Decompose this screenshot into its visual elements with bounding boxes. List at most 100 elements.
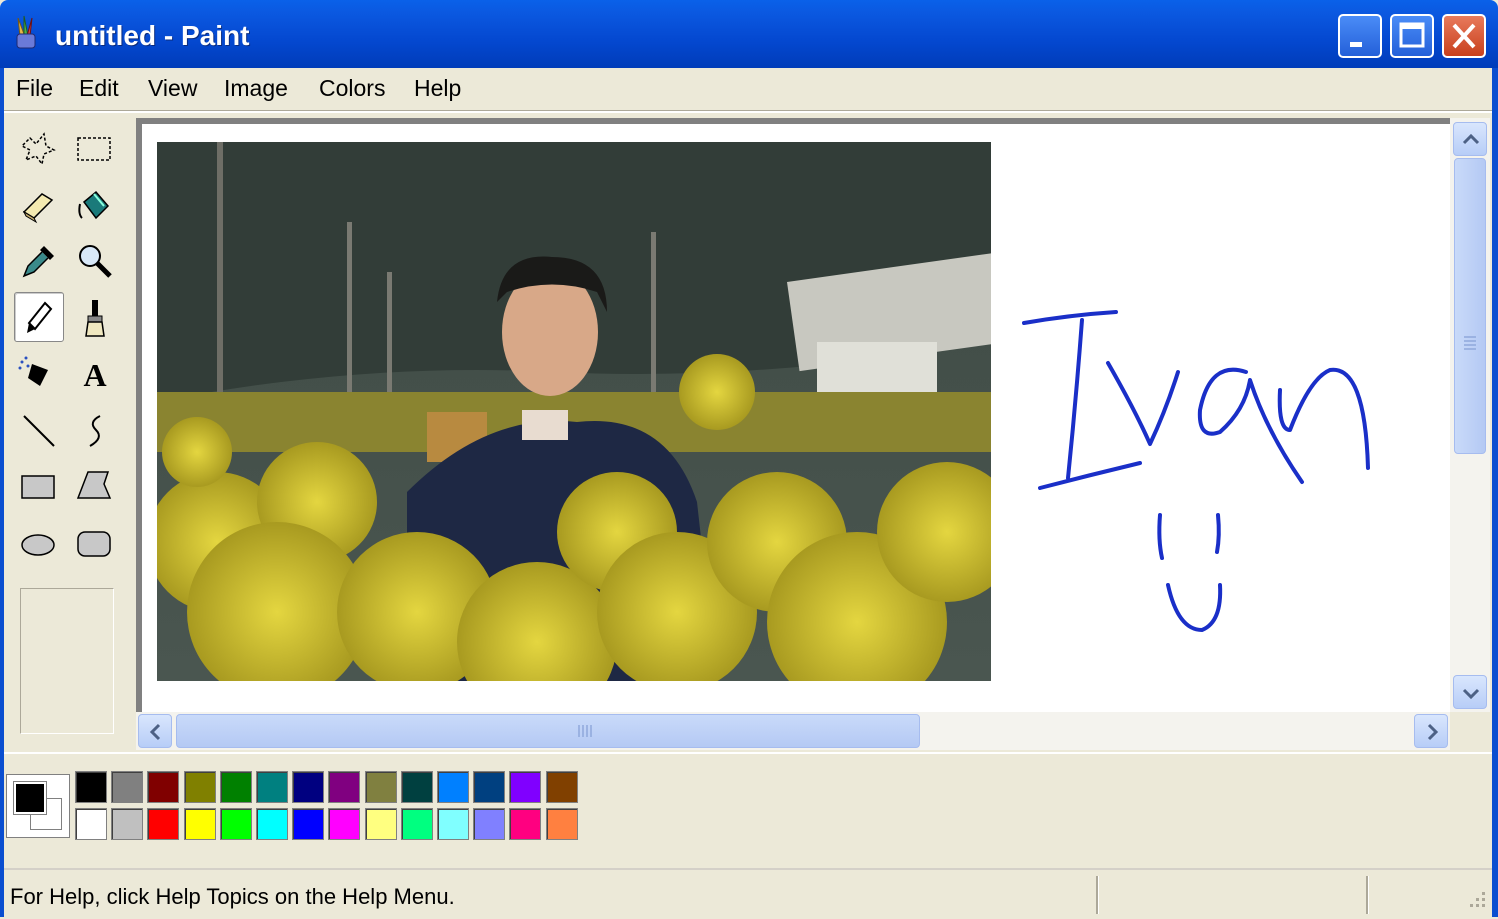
close-icon <box>1452 23 1476 49</box>
ellipse-icon <box>21 534 55 556</box>
palette-swatch[interactable] <box>147 771 180 803</box>
palette-swatch[interactable] <box>328 771 361 803</box>
palette-swatch[interactable] <box>292 808 325 840</box>
pencil-icon <box>27 301 53 333</box>
close-button[interactable] <box>1442 14 1486 58</box>
tool-polygon[interactable] <box>70 460 120 510</box>
menu-help[interactable]: Help <box>414 75 461 102</box>
scroll-left-button[interactable] <box>138 714 172 748</box>
color-box <box>4 752 1492 862</box>
chevron-left-icon <box>149 723 161 741</box>
minimize-button[interactable] <box>1338 14 1382 58</box>
palette-swatch[interactable] <box>509 808 542 840</box>
menu-edit[interactable]: Edit <box>79 75 119 102</box>
vertical-scrollbar[interactable] <box>1450 118 1490 712</box>
tool-fill-with-color[interactable] <box>70 180 120 230</box>
menu-image[interactable]: Image <box>224 75 288 102</box>
tool-rounded-rectangle[interactable] <box>70 516 120 566</box>
foreground-color-swatch[interactable] <box>13 781 47 815</box>
chevron-down-icon <box>1462 688 1480 700</box>
maximize-button[interactable] <box>1390 14 1434 58</box>
window-frame-right <box>1492 68 1498 917</box>
resize-grip-icon[interactable] <box>1462 884 1490 912</box>
palette-swatch[interactable] <box>183 771 216 803</box>
eyedropper-icon <box>22 246 54 278</box>
text-icon: A <box>83 357 106 393</box>
palette-swatch[interactable] <box>75 808 107 840</box>
palette-swatch[interactable] <box>219 771 252 803</box>
tool-magnifier[interactable] <box>70 236 120 286</box>
palette-swatch[interactable] <box>400 808 433 840</box>
title-bar[interactable]: untitled - Paint <box>0 0 1498 68</box>
tool-options-box[interactable] <box>20 588 114 734</box>
palette-swatch[interactable] <box>292 771 325 803</box>
paint-icon <box>16 15 36 49</box>
palette-swatch[interactable] <box>364 808 397 840</box>
tool-pick-color[interactable] <box>14 236 64 286</box>
menu-file[interactable]: File <box>16 75 53 102</box>
palette-swatch[interactable] <box>437 808 469 840</box>
palette-swatch[interactable] <box>219 808 252 840</box>
status-text: For Help, click Help Topics on the Help … <box>10 884 455 909</box>
tool-select[interactable] <box>70 124 120 174</box>
curve-icon <box>89 415 101 447</box>
airbrush-icon <box>18 356 48 386</box>
grip-lines-icon <box>578 725 592 737</box>
status-pane-divider <box>1366 876 1369 914</box>
palette-swatch[interactable] <box>256 808 288 840</box>
scroll-up-button[interactable] <box>1453 122 1487 156</box>
rounded-rect-icon <box>77 531 111 557</box>
tool-rectangle[interactable] <box>14 460 64 510</box>
window-title: untitled - Paint <box>55 20 250 51</box>
palette-swatch[interactable] <box>400 771 433 803</box>
palette-swatch[interactable] <box>545 808 578 840</box>
tool-line[interactable] <box>14 404 64 454</box>
horizontal-scroll-thumb[interactable] <box>176 714 920 748</box>
palette-swatch[interactable] <box>509 771 542 803</box>
palette-swatch[interactable] <box>473 771 506 803</box>
pasted-photo <box>157 142 991 681</box>
menu-bar: File Edit View Image Colors Help <box>4 68 1492 110</box>
tool-ellipse[interactable] <box>14 516 64 566</box>
menu-colors[interactable]: Colors <box>319 75 385 102</box>
palette-swatch[interactable] <box>437 771 469 803</box>
tool-curve[interactable] <box>70 404 120 454</box>
maximize-icon <box>1399 22 1425 48</box>
tool-eraser[interactable] <box>14 180 64 230</box>
magnifier-icon <box>79 245 112 278</box>
tool-airbrush[interactable] <box>14 348 64 398</box>
horizontal-scrollbar[interactable] <box>136 712 1450 750</box>
tool-text[interactable]: A <box>70 348 120 398</box>
palette-swatch[interactable] <box>75 771 107 803</box>
scrollbar-corner <box>1450 712 1490 750</box>
palette-swatch[interactable] <box>111 808 144 840</box>
rect-select-icon <box>77 137 111 161</box>
rectangle-icon <box>21 475 55 499</box>
menu-separator <box>4 110 1492 113</box>
chevron-right-icon <box>1427 723 1439 741</box>
paint-bucket-icon <box>78 190 110 220</box>
scroll-down-button[interactable] <box>1453 675 1487 709</box>
status-pane-divider <box>1096 876 1099 914</box>
scroll-right-button[interactable] <box>1414 714 1448 748</box>
palette-swatch[interactable] <box>111 771 144 803</box>
palette-swatch[interactable] <box>147 808 180 840</box>
palette-swatch[interactable] <box>545 771 578 803</box>
palette-swatch[interactable] <box>364 771 397 803</box>
handwriting-ivan <box>1022 310 1370 632</box>
tool-brush[interactable] <box>70 292 120 342</box>
palette-swatch[interactable] <box>328 808 361 840</box>
menu-view[interactable]: View <box>148 75 197 102</box>
chevron-up-icon <box>1462 133 1480 145</box>
brush-icon <box>85 300 105 337</box>
vertical-scroll-thumb[interactable] <box>1454 158 1486 454</box>
minimize-icon <box>1350 42 1362 47</box>
tool-pencil[interactable] <box>14 292 64 342</box>
tool-free-form-select[interactable] <box>14 124 64 174</box>
palette-swatch[interactable] <box>183 808 216 840</box>
polygon-icon <box>76 471 112 499</box>
grip-lines-icon <box>1464 336 1476 350</box>
palette-swatch[interactable] <box>256 771 288 803</box>
svg-text:A: A <box>83 357 106 393</box>
palette-swatch[interactable] <box>473 808 506 840</box>
